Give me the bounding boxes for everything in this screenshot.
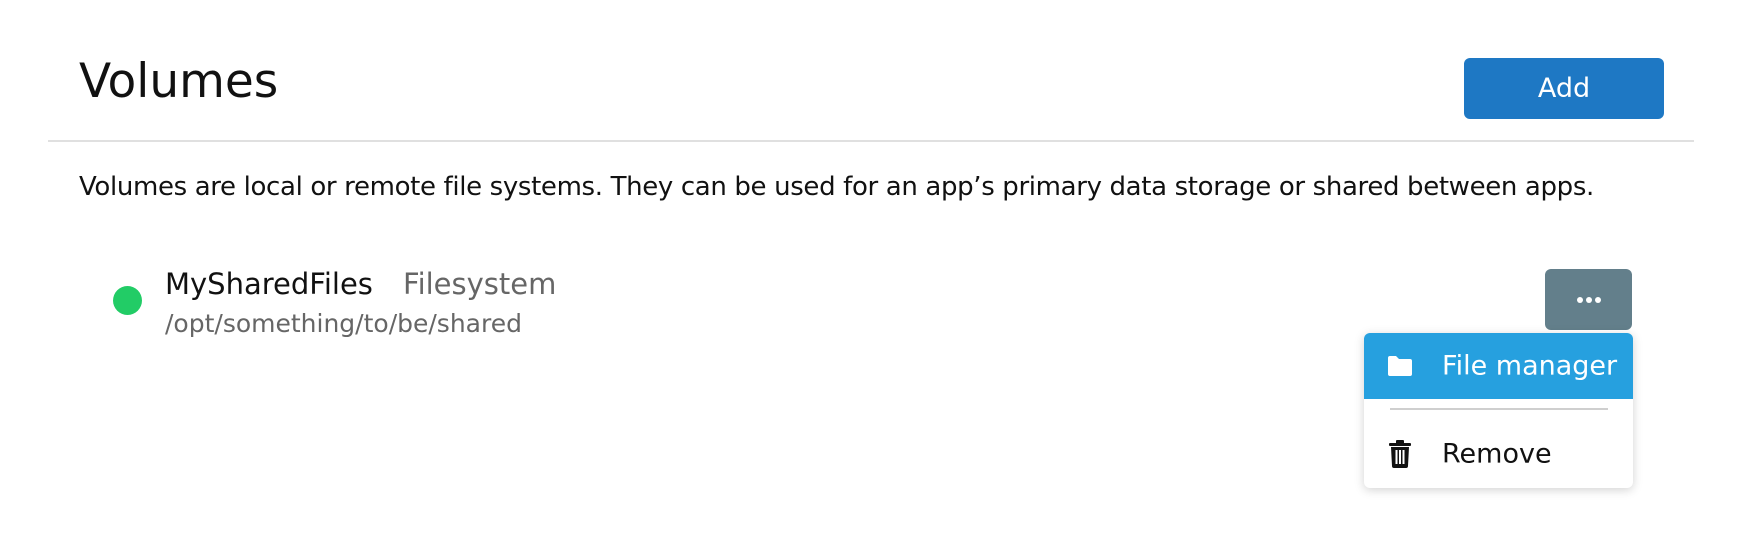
add-volume-button[interactable]: Add bbox=[1464, 58, 1664, 119]
volume-actions-menu: File manager Remove bbox=[1364, 333, 1633, 488]
menu-item-remove[interactable]: Remove bbox=[1364, 421, 1633, 487]
page-description: Volumes are local or remote file systems… bbox=[79, 172, 1594, 202]
folder-icon bbox=[1386, 352, 1414, 380]
menu-divider bbox=[1390, 408, 1608, 410]
menu-item-label: File manager bbox=[1442, 350, 1618, 382]
page-title: Volumes bbox=[79, 54, 279, 109]
volume-list-item: MySharedFiles Filesystem /opt/something/… bbox=[112, 264, 1632, 344]
more-horizontal-icon bbox=[1576, 296, 1601, 303]
menu-item-file-manager[interactable]: File manager bbox=[1364, 333, 1633, 399]
volumes-page: Volumes Add Volumes are local or remote … bbox=[0, 0, 1742, 552]
status-indicator-icon bbox=[113, 286, 142, 315]
page-header: Volumes Add bbox=[48, 0, 1694, 142]
volume-name: MySharedFiles bbox=[165, 267, 373, 301]
volume-type: Filesystem bbox=[403, 267, 557, 301]
volume-path: /opt/something/to/be/shared bbox=[165, 309, 522, 338]
volume-actions-button[interactable] bbox=[1545, 269, 1632, 330]
menu-item-label: Remove bbox=[1442, 438, 1552, 470]
trash-icon bbox=[1386, 440, 1414, 468]
